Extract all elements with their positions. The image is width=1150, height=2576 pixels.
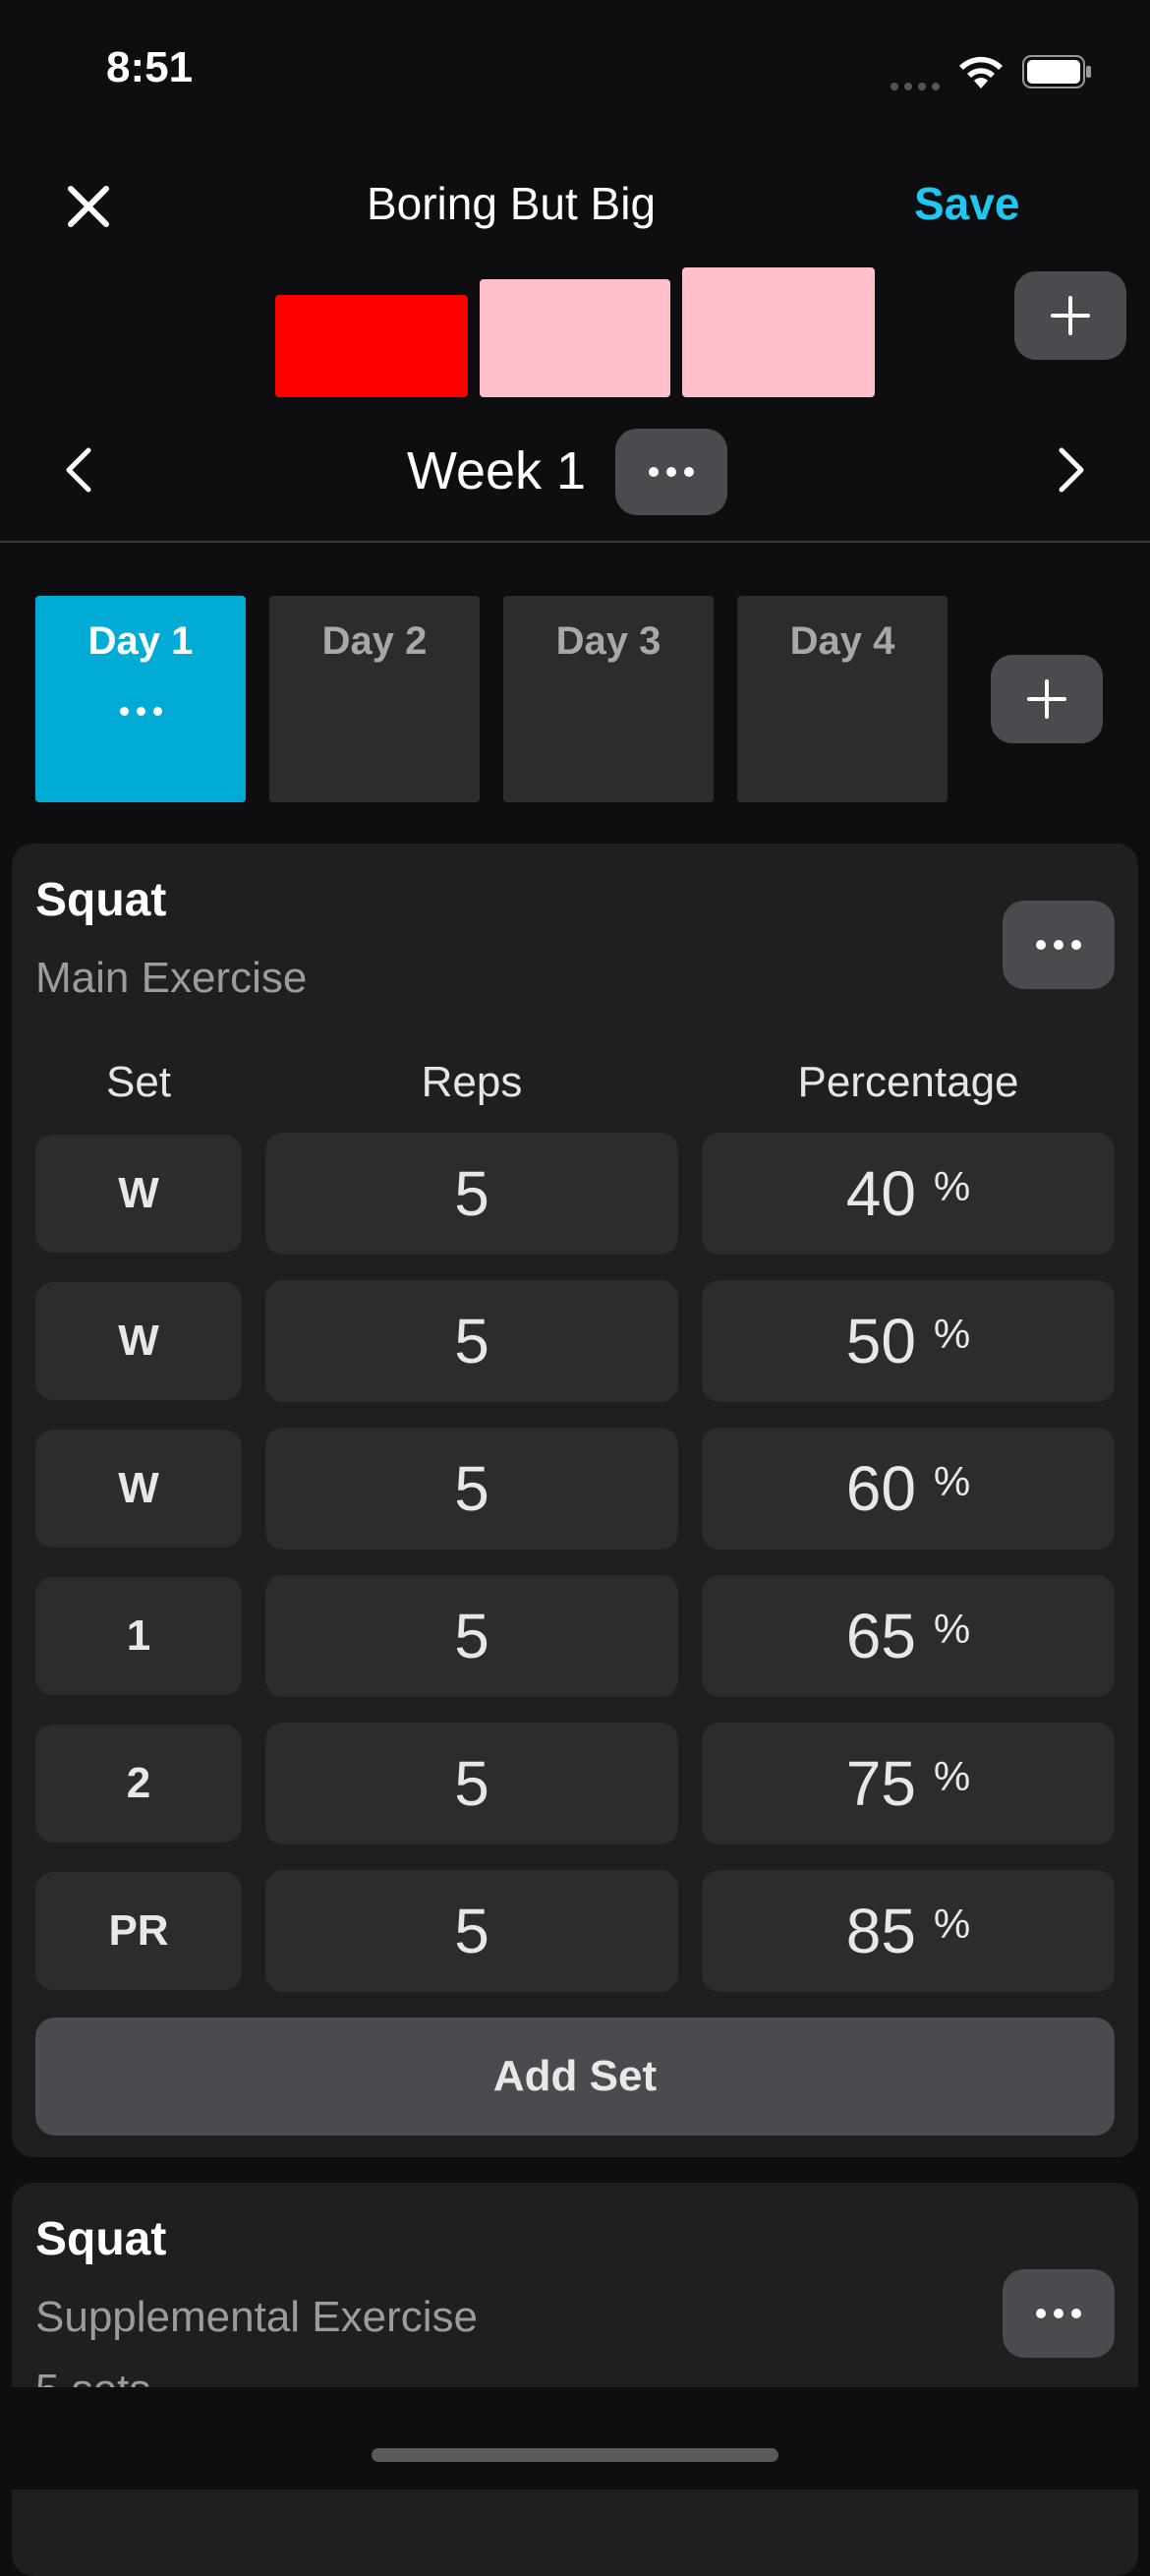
percent-unit: %: [933, 1163, 971, 1209]
reps-input[interactable]: 5: [265, 1428, 678, 1550]
tab-day-2[interactable]: Day 2: [269, 596, 480, 802]
percentage-input[interactable]: 75%: [702, 1723, 1115, 1844]
page-title: Boring But Big: [366, 178, 657, 229]
add-day-button[interactable]: [991, 655, 1103, 743]
week-indicator-3[interactable]: [682, 267, 875, 397]
set-type-button[interactable]: W: [35, 1430, 242, 1548]
percentage-value: 40: [845, 1158, 916, 1229]
percent-unit: %: [933, 1458, 971, 1504]
percentage-input[interactable]: 85%: [702, 1870, 1115, 1992]
percentage-value: 60: [845, 1453, 916, 1524]
set-type-button[interactable]: W: [35, 1135, 242, 1253]
chevron-right-icon[interactable]: [1052, 442, 1091, 498]
exercise-type: Supplemental Exercise: [35, 2293, 479, 2341]
tab-day-1[interactable]: Day 1: [35, 596, 246, 802]
exercise-name: Squat: [35, 874, 167, 926]
plus-icon: [1051, 296, 1090, 335]
tab-day-label: Day 2: [321, 619, 428, 663]
cellular-signal-icon: [891, 83, 946, 90]
chevron-left-icon[interactable]: [59, 442, 98, 498]
column-header-reps: Reps: [421, 1058, 523, 1106]
tab-day-label: Day 1: [87, 619, 194, 663]
tab-day-label: Day 3: [555, 619, 661, 663]
battery-icon: [1022, 55, 1091, 88]
save-button[interactable]: Save: [914, 177, 1019, 230]
week-indicator-1[interactable]: [275, 295, 468, 397]
percentage-input[interactable]: 60%: [702, 1428, 1115, 1550]
more-icon: [649, 467, 694, 477]
tab-day-3[interactable]: Day 3: [503, 596, 714, 802]
wifi-icon: [959, 56, 1003, 88]
percent-unit: %: [933, 1901, 971, 1947]
reps-input[interactable]: 5: [265, 1133, 678, 1255]
percentage-input[interactable]: 40%: [702, 1133, 1115, 1255]
tab-day-label: Day 4: [789, 619, 895, 663]
exercise-name: Squat: [35, 2213, 167, 2265]
close-icon[interactable]: [59, 177, 118, 236]
reps-input[interactable]: 5: [265, 1870, 678, 1992]
week-label: Week 1: [406, 441, 587, 500]
percent-unit: %: [933, 1753, 971, 1799]
week-indicator-2[interactable]: [480, 279, 670, 397]
set-type-button[interactable]: W: [35, 1282, 242, 1400]
reps-input[interactable]: 5: [265, 1723, 678, 1844]
tab-day-4[interactable]: Day 4: [737, 596, 948, 802]
exercise-options-button[interactable]: [1003, 2269, 1115, 2358]
bottom-safe-area: [0, 2387, 1150, 2489]
divider: [0, 541, 1150, 543]
home-indicator[interactable]: [372, 2448, 778, 2462]
percentage-value: 85: [845, 1896, 916, 1966]
more-icon[interactable]: [35, 707, 246, 716]
exercise-options-button[interactable]: [1003, 901, 1115, 989]
reps-input[interactable]: 5: [265, 1575, 678, 1697]
week-options-button[interactable]: [615, 429, 727, 515]
percentage-input[interactable]: 50%: [702, 1280, 1115, 1402]
exercise-card: [12, 2183, 1138, 2576]
percentage-value: 75: [845, 1748, 916, 1819]
percentage-value: 65: [845, 1601, 916, 1671]
column-header-percentage: Percentage: [797, 1058, 1019, 1106]
plus-icon: [1027, 679, 1066, 719]
more-icon: [1036, 2309, 1081, 2318]
column-header-set: Set: [105, 1058, 172, 1106]
status-time: 8:51: [106, 43, 194, 91]
reps-input[interactable]: 5: [265, 1280, 678, 1402]
exercise-type: Main Exercise: [35, 954, 308, 1002]
set-type-button[interactable]: 1: [35, 1577, 242, 1695]
percentage-input[interactable]: 65%: [702, 1575, 1115, 1697]
percentage-value: 50: [845, 1306, 916, 1376]
add-week-button[interactable]: [1014, 271, 1126, 360]
percent-unit: %: [933, 1311, 971, 1357]
add-set-button[interactable]: Add Set: [35, 2018, 1115, 2136]
more-icon: [1036, 940, 1081, 950]
set-type-button[interactable]: 2: [35, 1725, 242, 1843]
set-type-button[interactable]: PR: [35, 1872, 242, 1990]
percent-unit: %: [933, 1606, 971, 1652]
